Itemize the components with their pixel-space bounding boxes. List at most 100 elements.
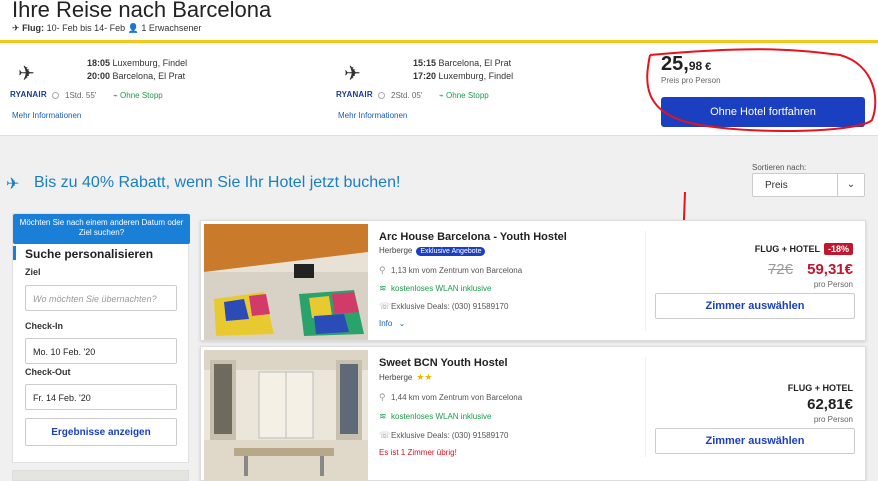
flight-hotel-label: FLUG + HOTEL -18% [755, 243, 853, 255]
distance-text: 1,13 km vom Zentrum von Barcelona [391, 266, 523, 275]
old-price: 72€ [767, 261, 793, 278]
location-pin-icon: ⚲ [379, 265, 386, 275]
flight-hotel-text: FLUG + HOTEL [754, 244, 820, 254]
arr-time: 20:00 [87, 71, 111, 81]
hotel-distance: ⚲ 1,13 km vom Zentrum von Barcelona [379, 265, 522, 276]
dep-place: Luxemburg, Findel [112, 58, 188, 68]
sidebar-title: Suche personalisieren [12, 246, 154, 261]
plane-icon: ✈ [12, 23, 20, 33]
hotel-card[interactable]: Arc House Barcelona - Youth Hostel Herbe… [200, 220, 866, 341]
search-sidebar: Möchten Sie nach einem anderen Datum ode… [12, 213, 190, 463]
hotel-deals: ☏Exklusive Deals: (030) 91589170 [379, 430, 508, 441]
hotel-type-text: Herberge [379, 373, 413, 382]
hotel-wifi: ≋ kostenloses WLAN inklusive [379, 411, 491, 422]
hotel-deals: ☏Exklusive Deals: (030) 91589170 [379, 301, 508, 312]
availability-warning: Es ist 1 Zimmer übrig! [379, 448, 457, 457]
hotel-type: Herberge Exklusive Angebote [379, 246, 486, 256]
airline-logo: RYANAIR [10, 90, 47, 99]
arr-place: Barcelona, El Prat [112, 71, 186, 81]
per-person-label: pro Person [813, 415, 853, 424]
checkout-label: Check-Out [25, 367, 71, 377]
wifi-icon: ≋ [379, 411, 387, 421]
flight-price: 25,98 € Preis pro Person [661, 53, 721, 85]
hotel-name[interactable]: Sweet BCN Youth Hostel [379, 357, 508, 369]
chevron-down-icon: ⌄ [398, 319, 406, 328]
per-person-label: pro Person [813, 280, 853, 289]
location-pin-icon: ⚲ [379, 392, 386, 402]
price-amount: 25,98 € [661, 53, 721, 76]
plane-icon: ✈ [18, 63, 35, 85]
checkin-label: Check-In [25, 321, 64, 331]
show-results-button[interactable]: Ergebnisse anzeigen [25, 418, 177, 446]
divider [645, 231, 646, 331]
flight-dates: 10- Feb bis 14- Feb [46, 23, 126, 33]
more-info-link[interactable]: Mehr Informationen [12, 111, 81, 120]
flight-times: 18:05 Luxemburg, Findel 20:00 Barcelona,… [87, 57, 187, 83]
hotel-name[interactable]: Arc House Barcelona - Youth Hostel [379, 231, 567, 243]
wifi-text: kostenloses WLAN inklusive [391, 284, 492, 293]
map-preview[interactable] [12, 470, 189, 481]
search-tip: Möchten Sie nach einem anderen Datum ode… [13, 214, 190, 244]
price-per-person-label: Preis pro Person [661, 76, 721, 85]
flight-hotel-label: FLUG + HOTEL [787, 383, 853, 393]
destination-label: Ziel [25, 267, 41, 277]
trip-summary: ✈ Flug: 10- Feb bis 14- Feb 👤 1 Erwachse… [12, 23, 201, 34]
checkout-field[interactable]: Fr. 14 Feb. '20 [25, 384, 177, 410]
page-title: Ihre Reise nach Barcelona [12, 0, 272, 22]
select-room-button[interactable]: Zimmer auswählen [655, 293, 855, 319]
wifi-text: kostenloses WLAN inklusive [391, 412, 492, 421]
phone-icon: ☏ [379, 301, 391, 311]
wifi-icon: ≋ [379, 283, 387, 293]
deals-text: Exklusive Deals: (030) 91589170 [391, 431, 509, 440]
person-icon: 👤 [127, 23, 139, 33]
info-text: Info [379, 319, 393, 328]
promo-banner: ✈ Bis zu 40% Rabatt, wenn Sie Ihr Hotel … [0, 150, 878, 210]
flight-duration: 2Std. 05' [378, 91, 422, 100]
clock-icon [378, 92, 385, 99]
continue-without-hotel-button[interactable]: Ohne Hotel fortfahren [661, 97, 865, 127]
discount-badge: -18% [823, 243, 853, 255]
plane-takeoff-icon: ✈ [6, 176, 20, 193]
duration-text: 1Std. 55' [65, 91, 97, 100]
hotel-wifi: ≋ kostenloses WLAN inklusive [379, 283, 491, 294]
select-room-button[interactable]: Zimmer auswählen [655, 428, 855, 454]
hotel-card[interactable]: Sweet BCN Youth Hostel Herberge ★★ ⚲ 1,44 … [200, 346, 866, 481]
flight-stops: ⌁ Ohne Stopp [439, 91, 489, 100]
flight-summary: ✈ RYANAIR 18:05 Luxemburg, Findel 20:00 … [0, 40, 878, 136]
page-header: Ihre Reise nach Barcelona ✈ Flug: 10- Fe… [0, 0, 878, 40]
flight-duration: 1Std. 55' [52, 91, 96, 100]
hotel-price: 62,81€ [807, 396, 853, 413]
travelers-count: 1 Erwachsener [141, 23, 202, 33]
flight-times: 15:15 Barcelona, El Prat 17:20 Luxemburg… [413, 57, 513, 83]
promo-text: Bis zu 40% Rabatt, wenn Sie Ihr Hotel je… [34, 174, 401, 191]
sort-value: Preis [765, 180, 788, 191]
duration-text: 2Std. 05' [391, 91, 423, 100]
chevron-down-icon: ⌄ [837, 174, 864, 196]
hotel-photo[interactable] [204, 224, 368, 340]
hotel-type: Herberge ★★ [379, 372, 433, 383]
arr-time: 17:20 [413, 71, 437, 81]
price-main: 25, [661, 53, 689, 75]
destination-input[interactable]: Wo möchten Sie übernachten? [25, 285, 177, 311]
more-info-link[interactable]: Mehr Informationen [338, 111, 407, 120]
clock-icon [52, 92, 59, 99]
info-toggle[interactable]: Info ⌄ [379, 319, 405, 328]
sort-label: Sortieren nach: [752, 163, 807, 172]
plane-icon: ✈ [344, 63, 361, 85]
distance-text: 1,44 km vom Zentrum von Barcelona [391, 393, 523, 402]
hotel-photo[interactable] [204, 350, 368, 481]
stops-text: Ohne Stopp [120, 91, 163, 100]
dep-time: 15:15 [413, 58, 437, 68]
phone-icon: ☏ [379, 430, 391, 440]
hotel-type-text: Herberge [379, 246, 413, 255]
hotel-price: 59,31€ [807, 261, 853, 278]
hotel-distance: ⚲ 1,44 km vom Zentrum von Barcelona [379, 392, 522, 403]
exclusive-badge: Exklusive Angebote [416, 247, 486, 256]
airline-logo: RYANAIR [336, 90, 373, 99]
star-rating: ★★ [416, 372, 433, 382]
price-currency: € [705, 61, 712, 73]
dep-time: 18:05 [87, 58, 111, 68]
stops-text: Ohne Stopp [446, 91, 489, 100]
checkin-field[interactable]: Mo. 10 Feb. '20 [25, 338, 177, 364]
sort-select[interactable]: Preis ⌄ [752, 173, 865, 197]
